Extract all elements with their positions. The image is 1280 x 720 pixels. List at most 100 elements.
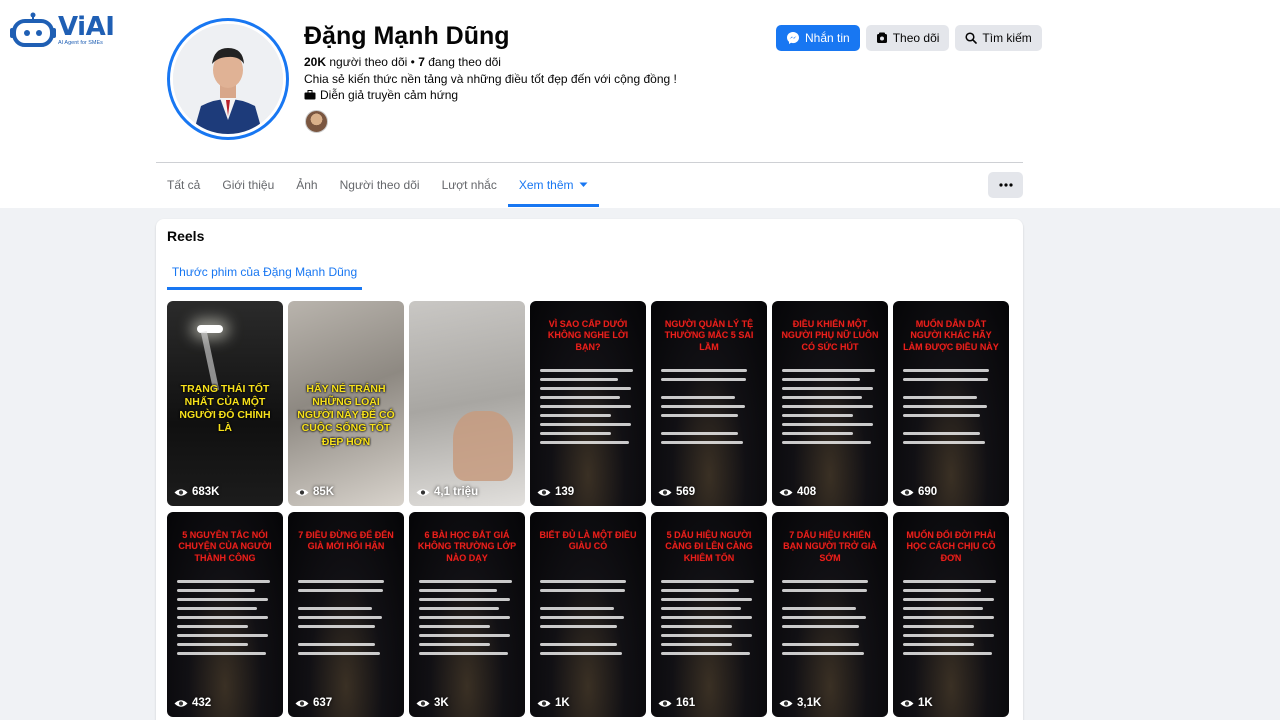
follow-icon	[876, 32, 887, 43]
profile-avatar[interactable]	[167, 18, 289, 140]
brand-logo[interactable]: ViAI AI Agent for SMEs	[10, 12, 115, 48]
reel-card[interactable]: TRẠNG THÁI TỐT NHẤT CỦA MỘT NGƯỜI ĐÓ CHÍ…	[167, 301, 283, 506]
profile-actions: Nhắn tin Theo dõi Tìm kiếm	[776, 25, 1042, 51]
reel-card[interactable]: 7 DẤU HIỆU KHIẾN BẠN NGƯỜI TRỞ GIÀ SỚM 3,…	[772, 512, 888, 717]
reel-text-lines	[540, 369, 638, 450]
tab-followers[interactable]: Người theo dõi	[329, 163, 431, 207]
reel-views: 1K	[537, 697, 570, 709]
reel-card[interactable]: MUỐN DẪN DẮT NGƯỜI KHÁC HÃY LÀM ĐƯỢC ĐIỀ…	[893, 301, 1009, 506]
view-count: 432	[192, 697, 212, 709]
reel-text-line	[661, 634, 753, 637]
more-options-button[interactable]	[988, 172, 1023, 198]
message-button[interactable]: Nhắn tin	[776, 25, 860, 51]
tab-photos[interactable]: Ảnh	[285, 163, 328, 207]
tab-all[interactable]: Tất cả	[156, 163, 211, 207]
reel-text-line	[177, 607, 258, 610]
reel-text-line	[661, 396, 735, 399]
followers-label[interactable]: người theo dõi	[329, 55, 407, 69]
reel-views: 690	[900, 486, 937, 498]
reel-text-line	[661, 589, 740, 592]
reel-text-line	[903, 369, 990, 372]
reel-text-line	[782, 625, 860, 628]
reel-text-lines	[903, 369, 1001, 450]
view-count: 690	[918, 486, 938, 498]
eye-icon	[174, 699, 188, 707]
reel-card[interactable]: 4,1 triệu	[409, 301, 525, 506]
reel-text-line	[661, 607, 742, 610]
reel-text-line	[661, 643, 732, 646]
search-icon	[965, 32, 978, 44]
view-count: 3,1K	[797, 697, 822, 709]
reel-title: MUỐN DẪN DẮT NGƯỜI KHÁC HÃY LÀM ĐƯỢC ĐIỀ…	[903, 319, 999, 352]
reel-views: 569	[658, 486, 695, 498]
follow-button[interactable]: Theo dõi	[865, 25, 950, 51]
following-label[interactable]: đang theo dõi	[428, 55, 501, 69]
followers-count[interactable]: 20K	[304, 55, 326, 69]
reel-card[interactable]: 5 NGUYÊN TẮC NÓI CHUYỆN CỦA NGƯỜI THÀNH …	[167, 512, 283, 717]
reel-text-line	[661, 414, 739, 417]
reel-card[interactable]: 7 ĐIỀU ĐỪNG ĐỂ ĐẾN GIÀ MỚI HỐI HẬN 637	[288, 512, 404, 717]
eye-icon	[658, 488, 672, 496]
reel-text-lines	[903, 580, 1001, 661]
reel-text-line	[177, 652, 267, 655]
tab-more[interactable]: Xem thêm	[507, 163, 599, 207]
reel-card[interactable]: 6 BÀI HỌC ĐẮT GIÁ KHÔNG TRƯỜNG LỚP NÀO D…	[409, 512, 525, 717]
reel-views: 4,1 triệu	[416, 486, 478, 498]
reel-text-line	[903, 589, 982, 592]
eye-icon	[416, 488, 430, 496]
reel-text-line	[661, 405, 746, 408]
reel-text-lines	[782, 369, 880, 450]
reel-text-line	[540, 369, 634, 372]
reel-text-line	[782, 414, 853, 417]
reel-text-line	[661, 369, 748, 372]
reel-title: ĐIỀU KHIẾN MỘT NGƯỜI PHỤ NỮ LUÔN CÓ SỨC …	[781, 319, 879, 352]
reel-text-lines	[661, 369, 759, 450]
reel-text-line	[903, 405, 988, 408]
ellipsis-icon	[998, 183, 1013, 187]
reel-views: 3,1K	[779, 697, 821, 709]
reel-text-lines	[177, 580, 275, 661]
view-count: 4,1 triệu	[434, 486, 479, 498]
robot-logo-icon	[10, 12, 56, 47]
view-count: 161	[676, 697, 696, 709]
eye-icon	[537, 488, 551, 496]
reel-text-line	[540, 643, 618, 646]
reel-text-line	[177, 625, 248, 628]
reel-text-line	[540, 387, 632, 390]
mutual-friend-avatar[interactable]	[305, 110, 328, 133]
reel-text-line	[298, 607, 372, 610]
search-button[interactable]: Tìm kiếm	[955, 25, 1042, 51]
reel-text-line	[782, 369, 876, 372]
reel-card[interactable]: VÌ SAO CẤP DƯỚI KHÔNG NGHE LỜI BẠN? 139	[530, 301, 646, 506]
reel-text-line	[298, 589, 384, 592]
tab-about[interactable]: Giới thiệu	[211, 163, 285, 207]
reel-card[interactable]: MUỐN ĐỔI ĐỜI PHẢI HỌC CÁCH CHỊU CÔ ĐƠN 1K	[893, 512, 1009, 717]
profile-name: Đặng Mạnh Dũng	[304, 22, 510, 50]
reel-text-line	[903, 634, 995, 637]
reel-text-line	[540, 616, 625, 619]
reel-views: 139	[537, 486, 574, 498]
reel-text-line	[903, 643, 974, 646]
reel-card[interactable]: ĐIỀU KHIẾN MỘT NGƯỜI PHỤ NỮ LUÔN CÓ SỨC …	[772, 301, 888, 506]
reels-grid: TRẠNG THÁI TỐT NHẤT CỦA MỘT NGƯỜI ĐÓ CHÍ…	[167, 301, 1009, 717]
eye-icon	[537, 699, 551, 707]
tab-mentions[interactable]: Lượt nhắc	[431, 163, 508, 207]
reel-card[interactable]: HÃY NÉ TRÁNH NHỮNG LOẠI NGƯỜI NÀY ĐỂ CÓ …	[288, 301, 404, 506]
reel-text-line	[177, 634, 269, 637]
reel-text-line	[782, 589, 868, 592]
tab-more-label: Xem thêm	[518, 178, 574, 192]
following-count[interactable]: 7	[418, 55, 425, 69]
reel-text-line	[419, 634, 511, 637]
reel-views: 408	[779, 486, 816, 498]
eye-icon	[295, 699, 309, 707]
reel-card[interactable]: NGƯỜI QUẢN LÝ TỆ THƯỜNG MẮC 5 SAI LẦM 569	[651, 301, 767, 506]
eye-icon	[779, 699, 793, 707]
reel-card[interactable]: BIẾT ĐỦ LÀ MỘT ĐIỀU GIÀU CÓ 1K	[530, 512, 646, 717]
profile-tabs: Tất cả Giới thiệu Ảnh Người theo dõi Lượ…	[156, 163, 599, 207]
reel-text-line	[177, 580, 271, 583]
reels-subtab[interactable]: Thước phim của Đặng Mạnh Dũng	[167, 253, 362, 290]
reel-text-line	[661, 432, 739, 435]
reel-text-line	[540, 589, 626, 592]
message-button-label: Nhắn tin	[805, 31, 850, 45]
reel-card[interactable]: 5 DẤU HIỆU NGƯỜI CÀNG ĐI LÊN CÀNG KHIÊM …	[651, 512, 767, 717]
